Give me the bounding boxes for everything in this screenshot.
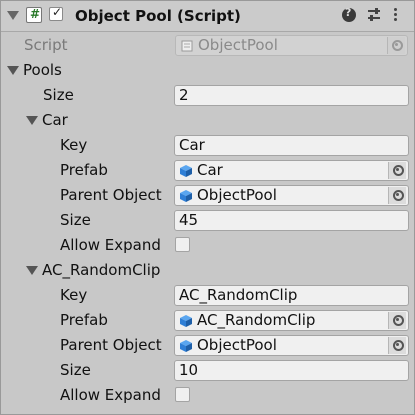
script-value: ObjectPool	[198, 36, 278, 54]
ac-randomclip-foldout-arrow-icon[interactable]	[26, 266, 38, 275]
object-picker-icon[interactable]	[388, 187, 406, 204]
allow-expand-label: Allow Expand	[60, 236, 161, 254]
parent-object-label: Parent Object	[60, 186, 162, 204]
prefab-field[interactable]: AC_RandomClip	[174, 310, 409, 331]
prefab-cube-icon	[180, 165, 192, 177]
component-header: # ✓ Object Pool (Script) ?	[1, 1, 414, 32]
object-picker-icon	[387, 37, 405, 54]
parent-object-value: ObjectPool	[197, 186, 277, 204]
script-file-icon: #	[26, 7, 42, 23]
prefab-value: AC_RandomClip	[197, 311, 316, 329]
size-label: Size	[60, 361, 91, 379]
enabled-checkbox[interactable]: ✓	[49, 5, 63, 21]
car-foldout-arrow-icon[interactable]	[26, 116, 38, 125]
allow-expand-checkbox[interactable]	[175, 387, 190, 402]
parent-object-value: ObjectPool	[197, 336, 277, 354]
pools-label[interactable]: Pools	[23, 60, 62, 80]
pool-element-name[interactable]: AC_RandomClip	[42, 260, 160, 280]
pools-foldout-arrow-icon[interactable]	[7, 66, 19, 75]
parent-object-field[interactable]: ObjectPool	[174, 335, 409, 356]
prefab-field[interactable]: Car	[174, 160, 409, 181]
foldout-arrow-icon[interactable]	[7, 11, 19, 20]
size-label: Size	[60, 211, 91, 229]
prefab-cube-icon	[180, 315, 192, 327]
script-label: Script	[24, 36, 68, 54]
component-title: Object Pool (Script)	[75, 7, 241, 25]
sliders-icon[interactable]	[366, 7, 382, 23]
key-label: Key	[60, 136, 88, 154]
size-input[interactable]: 45	[174, 210, 409, 231]
key-input[interactable]: Car	[174, 135, 409, 156]
script-field: ObjectPool	[175, 35, 408, 56]
object-picker-icon[interactable]	[388, 337, 406, 354]
prefab-value: Car	[197, 161, 223, 179]
key-input[interactable]: AC_RandomClip	[174, 285, 409, 306]
script-asset-icon	[181, 40, 193, 52]
pools-size-input[interactable]: 2	[174, 85, 409, 106]
allow-expand-label: Allow Expand	[60, 386, 161, 404]
parent-object-label: Parent Object	[60, 336, 162, 354]
gameobject-cube-icon	[180, 190, 192, 202]
kebab-menu-icon[interactable]	[394, 8, 398, 24]
inspector-panel: # ✓ Object Pool (Script) ? Script Object…	[0, 0, 415, 415]
key-label: Key	[60, 286, 88, 304]
pools-size-label: Size	[43, 86, 74, 104]
pool-element-name[interactable]: Car	[42, 110, 68, 130]
parent-object-field[interactable]: ObjectPool	[174, 185, 409, 206]
prefab-label: Prefab	[60, 161, 108, 179]
object-picker-icon[interactable]	[388, 162, 406, 179]
object-picker-icon[interactable]	[388, 312, 406, 329]
prefab-label: Prefab	[60, 311, 108, 329]
gameobject-cube-icon	[180, 340, 192, 352]
help-icon[interactable]: ?	[342, 6, 356, 22]
allow-expand-checkbox[interactable]	[175, 237, 190, 252]
size-input[interactable]: 10	[174, 360, 409, 381]
